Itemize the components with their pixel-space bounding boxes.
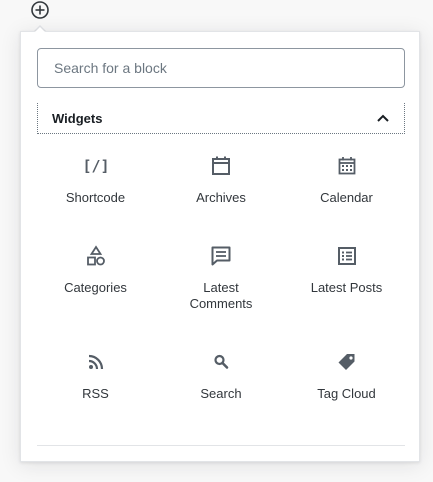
popover-arrow-inner: [35, 27, 45, 32]
tag-icon: [335, 350, 359, 374]
calendar-icon: [335, 154, 359, 178]
svg-text:[/]: [/]: [84, 157, 108, 175]
block-calendar[interactable]: Calendar: [288, 144, 405, 234]
categories-icon: [84, 244, 108, 268]
plus-circle-icon: [31, 1, 49, 19]
block-shortcode[interactable]: [/] Shortcode: [37, 144, 154, 234]
calendar-archive-icon: [209, 154, 233, 178]
block-grid: [/] Shortcode Archives: [37, 144, 405, 430]
block-categories[interactable]: Categories: [37, 234, 154, 340]
block-archives[interactable]: Archives: [163, 144, 280, 234]
block-tag-cloud[interactable]: Tag Cloud: [288, 340, 405, 430]
block-latest-posts[interactable]: Latest Posts: [288, 234, 405, 340]
block-label: Tag Cloud: [317, 386, 376, 401]
chevron-up-icon: [376, 111, 390, 125]
block-search-input[interactable]: [37, 48, 405, 88]
panel-title: Widgets: [52, 110, 103, 126]
block-label: RSS: [82, 386, 109, 401]
block-label: Archives: [196, 190, 246, 205]
comment-icon: [209, 244, 233, 268]
add-block-toggle[interactable]: [30, 0, 50, 20]
block-label: Calendar: [320, 190, 373, 205]
block-latest-comments[interactable]: Latest Comments: [163, 234, 280, 340]
shortcode-icon: [/]: [84, 154, 108, 178]
rss-icon: [84, 350, 108, 374]
block-label: Search: [200, 386, 242, 401]
block-search[interactable]: Search: [163, 340, 280, 430]
block-inserter-popover: Widgets [/] Shortcode: [20, 31, 420, 462]
list-icon: [335, 244, 359, 268]
panel-divider: [37, 445, 405, 446]
block-label: Shortcode: [65, 190, 126, 205]
block-label: Latest Posts: [310, 280, 383, 295]
block-label: Latest Comments: [189, 280, 253, 311]
widgets-panel-toggle[interactable]: Widgets: [37, 103, 405, 134]
block-rss[interactable]: RSS: [37, 340, 154, 430]
search-icon: [209, 350, 233, 374]
block-label: Categories: [64, 280, 127, 295]
